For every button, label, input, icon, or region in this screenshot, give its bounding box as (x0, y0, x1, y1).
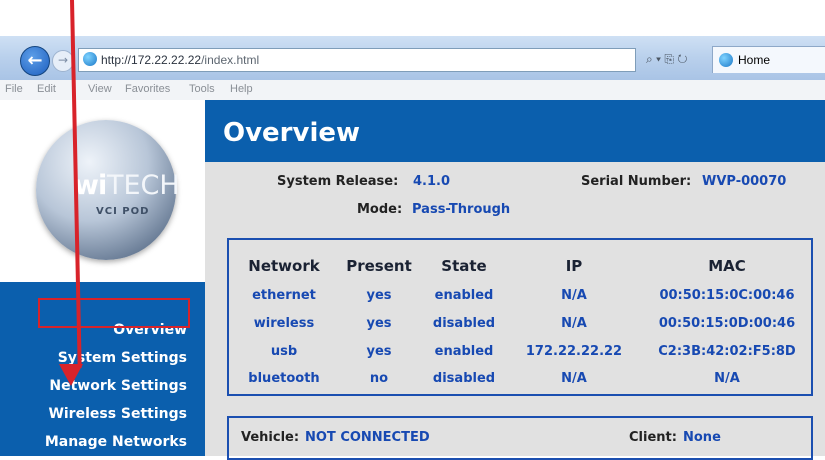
header-mac: MAC (708, 257, 746, 275)
header-ip: IP (565, 257, 583, 275)
serial-number-value: WVP-00070 (702, 174, 787, 189)
cell-state: enabled (434, 288, 494, 303)
header-network: Network (248, 257, 320, 275)
main-content: Overview System Release: 4.1.0 Serial Nu… (205, 100, 825, 460)
system-release-label: System Release: (277, 174, 399, 189)
cell-mac: 00:50:15:0C:00:46 (659, 288, 795, 303)
status-box: Vehicle: NOT CONNECTED Client: None (227, 416, 813, 460)
page-title: Overview (223, 118, 361, 148)
cell-ip: N/A (561, 288, 587, 303)
forward-arrow-icon: → (57, 53, 69, 67)
menu-bar: File Edit View Favorites Tools Help (0, 80, 825, 101)
client-label: Client: (629, 430, 677, 445)
cell-state: disabled (432, 316, 496, 331)
cell-present: yes (366, 344, 392, 359)
menu-help[interactable]: Help (230, 83, 253, 95)
logo-tech-text: TECH (107, 170, 180, 201)
nav-wireless-settings[interactable]: Wireless Settings (48, 406, 187, 422)
menu-tools[interactable]: Tools (189, 83, 215, 95)
logo-sub-text: VCI POD (96, 206, 150, 217)
browser-chrome: ← → http://172.22.22.22/index.html ⌕ ▾ ⎘… (0, 0, 825, 101)
annotation-arrow-head-icon (59, 364, 83, 386)
menu-favorites[interactable]: Favorites (125, 83, 170, 95)
cell-present: no (369, 371, 389, 386)
vehicle-label: Vehicle: (241, 430, 300, 445)
cell-present: yes (366, 288, 392, 303)
back-button[interactable]: ← (20, 46, 50, 76)
cell-state: disabled (432, 371, 496, 386)
cell-ip: 172.22.22.22 (525, 344, 623, 359)
cell-mac: C2:3B:42:02:F5:8D (658, 344, 796, 359)
back-arrow-icon: ← (27, 50, 43, 71)
logo-box: wi TECH VCI POD (11, 100, 203, 280)
system-release-value: 4.1.0 (413, 174, 451, 189)
nav-manage-networks[interactable]: Manage Networks (45, 434, 187, 450)
menu-view[interactable]: View (88, 83, 112, 95)
mode-value: Pass-Through (412, 202, 511, 217)
tab-label: Home (738, 53, 771, 67)
network-table: Network Present State IP MAC ethernet ye… (227, 238, 813, 396)
cell-mac: 00:50:15:0D:00:46 (658, 316, 796, 331)
cell-ip: N/A (561, 316, 587, 331)
serial-number-label: Serial Number: (581, 174, 692, 189)
cell-network: wireless (253, 316, 315, 331)
menu-edit[interactable]: Edit (37, 83, 56, 95)
vehicle-value: NOT CONNECTED (305, 430, 430, 445)
logo-wi-text: wi (74, 170, 107, 201)
address-tools[interactable]: ⌕ ▾ ⎘ ↻ (646, 48, 706, 70)
sidebar: wi TECH VCI POD Overview System Settings… (0, 100, 205, 456)
menu-file[interactable]: File (5, 83, 23, 95)
ie-tab-icon (719, 53, 733, 67)
cell-present: yes (366, 316, 392, 331)
cell-state: enabled (434, 344, 494, 359)
witech-logo: wi TECH VCI POD (36, 120, 180, 260)
cell-network: usb (270, 344, 298, 359)
page-header: Overview (205, 100, 825, 162)
mode-label: Mode: (357, 202, 403, 217)
cell-mac: N/A (714, 371, 740, 386)
wireless-settings-highlight (38, 298, 190, 328)
header-state: State (441, 257, 487, 275)
tab-home[interactable]: Home (712, 46, 825, 73)
address-bar[interactable]: http://172.22.22.22/index.html (78, 48, 636, 72)
client-value: None (683, 430, 721, 445)
cell-network: bluetooth (248, 371, 320, 386)
cell-network: ethernet (252, 288, 316, 303)
url-text: http://172.22.22.22/index.html (101, 53, 260, 67)
header-present: Present (346, 257, 412, 275)
ie-page-icon (83, 52, 97, 66)
cell-ip: N/A (561, 371, 587, 386)
